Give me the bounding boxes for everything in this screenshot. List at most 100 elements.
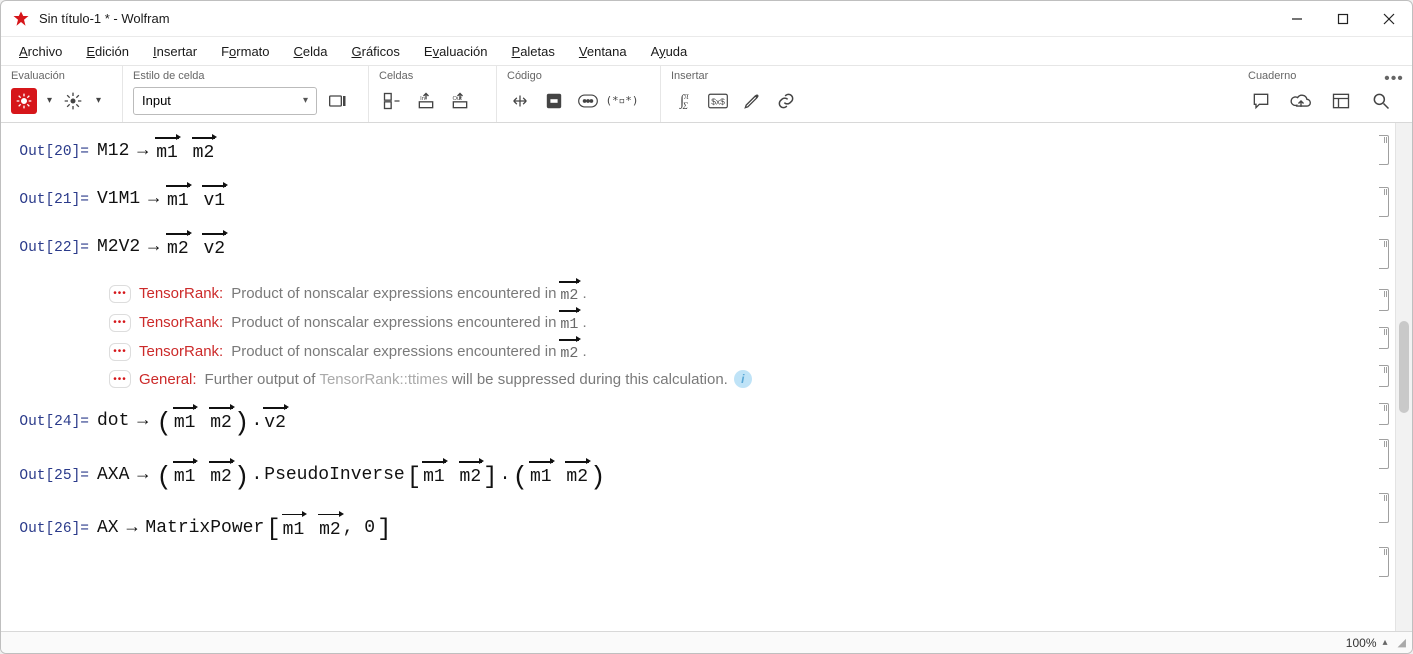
- toolbar: ••• Evaluación ▾ ▾ Estilo de celda Input…: [1, 65, 1412, 123]
- close-button[interactable]: [1366, 1, 1412, 36]
- menu-ayuda[interactable]: Ayuda: [641, 41, 698, 62]
- search-button[interactable]: [1368, 88, 1394, 114]
- menu-edicion[interactable]: Edición: [76, 41, 139, 62]
- toolbar-style-label: Estilo de celda: [123, 66, 368, 85]
- uniconize-button[interactable]: [575, 88, 601, 114]
- window-controls: [1274, 1, 1412, 36]
- cell-bracket[interactable]: [1379, 135, 1389, 165]
- menubar: Archivo Edición Insertar Formato Celda G…: [1, 37, 1412, 65]
- maximize-button[interactable]: [1320, 1, 1366, 36]
- output-expr: AXA→ (m1 m2) .PseudoInverse [m1 m2] . (m…: [97, 460, 606, 490]
- cell-bracket[interactable]: [1379, 239, 1389, 269]
- minimize-button[interactable]: [1274, 1, 1320, 36]
- output-label: Out[24]=: [1, 414, 97, 430]
- menu-graficos[interactable]: Gráficos: [341, 41, 409, 62]
- special-chars-button[interactable]: $x$: [705, 88, 731, 114]
- output-cell-26: Out[26]= AX→ MatrixPower [m1 m2, 0]: [1, 510, 1371, 549]
- notebook[interactable]: Out[20]= M12→ m1 m2 Out[21]= V1M1→ m1 v1…: [1, 123, 1395, 631]
- cell-style-value: Input: [142, 93, 171, 108]
- statusbar: 100% ▴ ◢: [1, 631, 1412, 653]
- cell-bracket-gutter: [1373, 135, 1389, 631]
- output-expr: M12→ m1 m2: [97, 139, 214, 163]
- math-input-button[interactable]: ∫πΣ: [671, 88, 697, 114]
- scrollbar-thumb[interactable]: [1399, 321, 1409, 413]
- output-expr: M2V2→ m2 v2: [97, 235, 225, 259]
- output-expr: V1M1→ m1 v1: [97, 187, 225, 211]
- message-icon[interactable]: •••: [109, 343, 131, 361]
- zoom-menu-icon[interactable]: ▴: [1383, 637, 1388, 648]
- cell-bracket[interactable]: [1379, 493, 1389, 523]
- menu-insertar[interactable]: Insertar: [143, 41, 207, 62]
- output-expr: dot→ (m1 m2) .v2: [97, 406, 286, 436]
- message-icon[interactable]: •••: [109, 370, 131, 388]
- resize-grip-icon[interactable]: ◢: [1394, 636, 1406, 649]
- message-icon[interactable]: •••: [109, 314, 131, 332]
- cell-bracket[interactable]: [1379, 327, 1389, 349]
- window-title: Sin título-1 * - Wolfram: [39, 11, 170, 26]
- app-icon: [11, 9, 31, 29]
- svg-text:Out: Out: [453, 96, 463, 102]
- menu-evaluacion[interactable]: Evaluación: [414, 41, 498, 62]
- cell-style-dropdown[interactable]: Input ▾: [133, 87, 317, 115]
- output-label: Out[26]=: [1, 521, 97, 537]
- output-label: Out[22]=: [1, 240, 97, 256]
- content-area: Out[20]= M12→ m1 m2 Out[21]= V1M1→ m1 v1…: [1, 123, 1412, 631]
- eval-dropdown[interactable]: ▾: [47, 95, 52, 106]
- abort-dropdown[interactable]: ▾: [96, 95, 101, 106]
- hyperlink-button[interactable]: [773, 88, 799, 114]
- toolbar-group-cells: Celdas In Out: [369, 66, 497, 122]
- svg-text:In: In: [420, 96, 425, 102]
- comment-button[interactable]: (*▫*): [609, 88, 635, 114]
- message-general: ••• General: Further output of TensorRan…: [109, 366, 1371, 392]
- menu-ventana[interactable]: Ventana: [569, 41, 637, 62]
- chevron-down-icon: ▾: [303, 95, 308, 106]
- iconize-button[interactable]: [541, 88, 567, 114]
- notebook-body: Out[20]= M12→ m1 m2 Out[21]= V1M1→ m1 v1…: [1, 123, 1371, 631]
- toolbar-eval-label: Evaluación: [1, 66, 122, 85]
- evaluate-button[interactable]: [11, 88, 37, 114]
- titlebar: Sin título-1 * - Wolfram: [1, 1, 1412, 37]
- output-cell-21: Out[21]= V1M1→ m1 v1: [1, 183, 1371, 219]
- info-icon[interactable]: i: [734, 370, 752, 388]
- output-label: Out[21]=: [1, 192, 97, 208]
- output-cell-25: Out[25]= AXA→ (m1 m2) .PseudoInverse [m1…: [1, 456, 1371, 498]
- divide-cell-button[interactable]: [379, 88, 405, 114]
- output-cell-24: Out[24]= dot→ (m1 m2) .v2: [1, 402, 1371, 444]
- menu-paletas[interactable]: Paletas: [502, 41, 565, 62]
- drawing-tools-button[interactable]: [739, 88, 765, 114]
- cell-bracket[interactable]: [1379, 403, 1389, 425]
- zoom-level[interactable]: 100%: [1346, 636, 1377, 650]
- message-icon[interactable]: •••: [109, 285, 131, 303]
- cell-bracket[interactable]: [1379, 289, 1389, 311]
- toolbar-more-button[interactable]: •••: [1382, 70, 1406, 88]
- message-tensorrank-2: ••• TensorRank: Product of nonscalar exp…: [109, 308, 1371, 337]
- publish-button[interactable]: [1328, 88, 1354, 114]
- output-label: Out[20]=: [1, 144, 97, 160]
- format-cell-button[interactable]: [325, 88, 351, 114]
- chat-button[interactable]: [1248, 88, 1274, 114]
- output-cell-22: Out[22]= M2V2→ m2 v2: [1, 231, 1371, 267]
- toolbar-group-eval: Evaluación ▾ ▾: [1, 66, 123, 122]
- cell-bracket[interactable]: [1379, 547, 1389, 577]
- abort-button[interactable]: [60, 88, 86, 114]
- menu-archivo[interactable]: Archivo: [9, 41, 72, 62]
- app-window: Sin título-1 * - Wolfram Archivo Edición…: [0, 0, 1413, 654]
- cell-bracket[interactable]: [1379, 365, 1389, 387]
- message-block: ••• TensorRank: Product of nonscalar exp…: [109, 279, 1371, 392]
- toolbar-group-code: Código (*▫*): [497, 66, 661, 122]
- extend-selection-button[interactable]: [507, 88, 533, 114]
- message-tensorrank-1: ••• TensorRank: Product of nonscalar exp…: [109, 279, 1371, 308]
- cell-bracket[interactable]: [1379, 187, 1389, 217]
- toolbar-group-insert: Insertar ∫πΣ $x$: [661, 66, 809, 122]
- menu-formato[interactable]: Formato: [211, 41, 279, 62]
- output-expr: AX→ MatrixPower [m1 m2, 0]: [97, 514, 392, 541]
- message-tensorrank-3: ••• TensorRank: Product of nonscalar exp…: [109, 337, 1371, 366]
- insert-below-button[interactable]: Out: [447, 88, 473, 114]
- toolbar-insert-label: Insertar: [661, 66, 809, 85]
- vertical-scrollbar[interactable]: [1395, 123, 1412, 631]
- insert-above-button[interactable]: In: [413, 88, 439, 114]
- menu-celda[interactable]: Celda: [284, 41, 338, 62]
- toolbar-code-label: Código: [497, 66, 660, 85]
- cell-bracket[interactable]: [1379, 439, 1389, 469]
- cloud-button[interactable]: [1288, 88, 1314, 114]
